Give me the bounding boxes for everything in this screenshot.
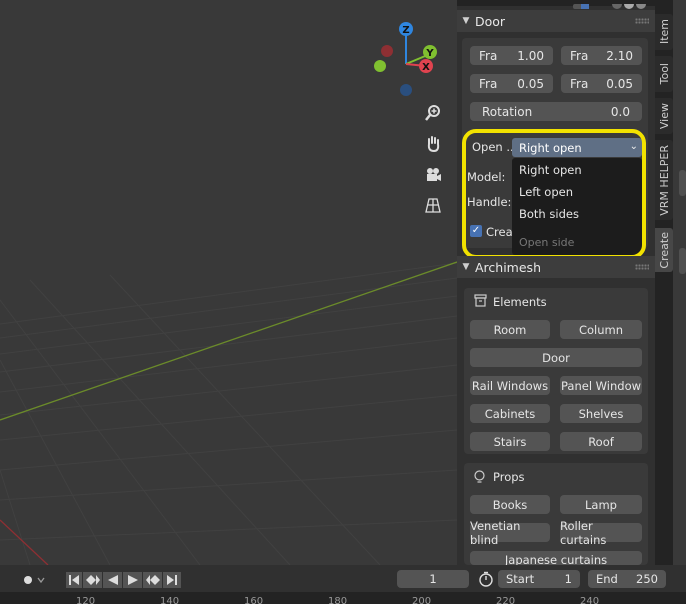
jump-start-icon[interactable] xyxy=(66,572,82,588)
tab-vrm-helper[interactable]: VRM HELPER xyxy=(655,140,673,220)
archimesh-panel-title: Archimesh xyxy=(475,259,541,275)
tab-tool[interactable]: Tool xyxy=(655,56,673,92)
svg-text:Z: Z xyxy=(402,25,409,36)
keyframe-dot-icon[interactable] xyxy=(22,573,46,590)
highlight-annotation xyxy=(462,129,646,259)
room-button[interactable]: Room xyxy=(470,320,550,339)
door-button[interactable]: Door xyxy=(470,348,642,367)
drag-grip-icon[interactable] xyxy=(635,264,649,270)
start-frame-field[interactable]: Start 1 xyxy=(498,570,580,588)
frame-size-field[interactable]: Fra 0.05 xyxy=(561,74,642,93)
frame-thickness-field[interactable]: Fra 0.05 xyxy=(470,74,553,93)
play-reverse-icon[interactable] xyxy=(103,572,122,588)
ruler-tick-label: 120 xyxy=(76,596,96,604)
archimesh-panel-header[interactable]: ▼ Archimesh xyxy=(457,256,655,278)
ruler-tick-label: 180 xyxy=(328,596,348,604)
venetian-blind-button[interactable]: Venetian blind xyxy=(470,519,550,547)
tab-create[interactable]: Create xyxy=(655,228,673,272)
perspective-grid-icon[interactable] xyxy=(421,193,445,217)
rail-windows-button[interactable]: Rail Windows xyxy=(470,376,550,395)
japanese-curtains-button[interactable]: Japanese curtains xyxy=(470,551,642,565)
books-button[interactable]: Books xyxy=(470,495,550,514)
lamp-button[interactable]: Lamp xyxy=(560,495,642,514)
drag-grip-icon[interactable] xyxy=(635,18,649,24)
y-axis-line xyxy=(0,261,457,421)
door-panel-title: Door xyxy=(475,13,506,29)
collapse-arrow-icon[interactable]: ▼ xyxy=(457,262,475,272)
frame-width-field[interactable]: Fra 1.00 xyxy=(470,46,553,65)
ruler-tick-label: 140 xyxy=(160,596,180,604)
zoom-icon[interactable] xyxy=(421,101,445,125)
neg-y-axis-icon xyxy=(374,60,386,72)
neg-z-axis-icon xyxy=(400,84,412,96)
sidebar-tabs: Item Tool View VRM HELPER Create xyxy=(655,0,673,565)
svg-text:X: X xyxy=(422,62,430,73)
cabinets-button[interactable]: Cabinets xyxy=(470,404,550,423)
play-icon[interactable] xyxy=(123,572,142,588)
prev-keyframe-icon[interactable] xyxy=(83,572,102,588)
ruler-tick-label: 220 xyxy=(496,596,516,604)
roof-button[interactable]: Roof xyxy=(560,432,642,451)
camera-view-icon[interactable] xyxy=(421,163,445,187)
rotation-field[interactable]: Rotation 0.0 xyxy=(470,102,642,121)
door-panel-header[interactable]: ▼ Door xyxy=(457,10,655,32)
elements-box xyxy=(464,288,648,454)
navigation-gizmo[interactable]: Z Y X xyxy=(366,18,438,98)
neg-x-axis-icon xyxy=(381,45,393,57)
collapse-arrow-icon[interactable]: ▼ xyxy=(457,16,475,26)
ruler-tick-label: 240 xyxy=(580,596,600,604)
tab-item[interactable]: Item xyxy=(655,14,673,50)
stairs-button[interactable]: Stairs xyxy=(470,432,550,451)
column-button[interactable]: Column xyxy=(560,320,642,339)
panel-window-button[interactable]: Panel Window xyxy=(560,376,642,395)
frame-height-field[interactable]: Fra 2.10 xyxy=(561,46,642,65)
ruler-tick-label: 200 xyxy=(412,596,432,604)
props-title: Props xyxy=(493,470,525,484)
ruler-tick-label: 160 xyxy=(244,596,264,604)
panel-top-strip xyxy=(457,0,655,9)
svg-text:Y: Y xyxy=(425,48,434,59)
frame-ruler[interactable]: 120 140 160 180 200 220 240 xyxy=(0,592,686,604)
properties-edge xyxy=(673,0,686,565)
roller-curtains-button[interactable]: Roller curtains xyxy=(560,519,642,547)
stopwatch-icon[interactable] xyxy=(478,571,494,590)
lightbulb-icon xyxy=(473,470,486,487)
end-frame-field[interactable]: End 250 xyxy=(588,570,666,588)
tab-view[interactable]: View xyxy=(655,98,673,134)
current-frame-field[interactable]: 1 xyxy=(397,570,469,588)
x-axis-line xyxy=(0,519,49,565)
next-keyframe-icon[interactable] xyxy=(143,572,162,588)
shelves-button[interactable]: Shelves xyxy=(560,404,642,423)
pan-hand-icon[interactable] xyxy=(421,132,445,156)
elements-title: Elements xyxy=(493,295,547,309)
elements-icon xyxy=(474,294,487,310)
3d-viewport[interactable]: Z Y X xyxy=(0,0,457,565)
jump-end-icon[interactable] xyxy=(163,572,181,588)
props-box xyxy=(464,463,648,565)
